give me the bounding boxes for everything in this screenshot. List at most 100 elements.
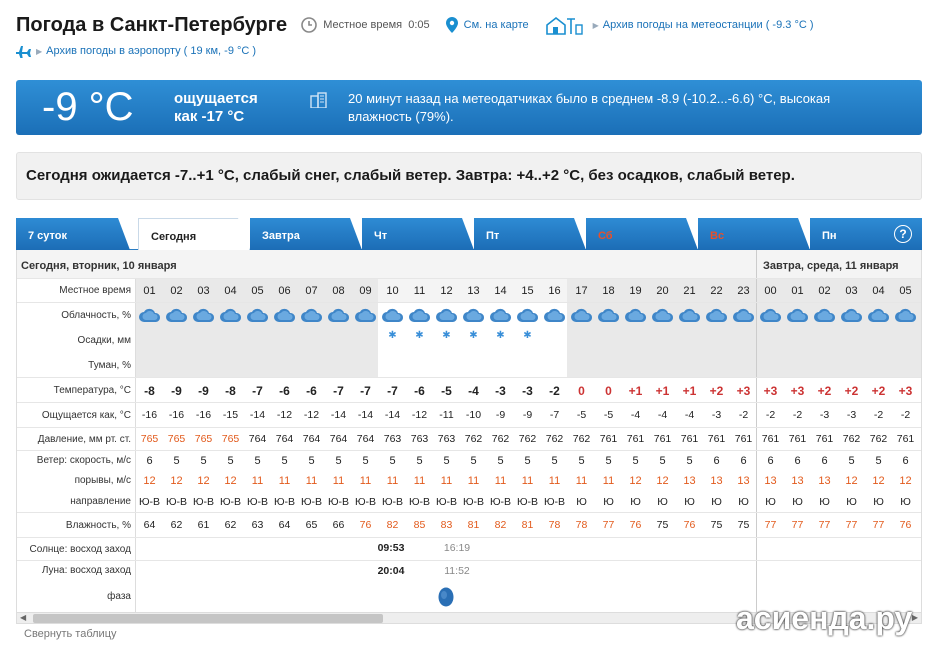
time-cell: 02 [170,284,183,297]
watermark: асиенда.ру [736,600,913,636]
tab-tomorrow[interactable]: Завтра [250,218,362,250]
wind-cell: 5 [362,454,369,467]
feels-cell: -2 [873,409,884,421]
building-icon [310,92,327,108]
pressure-cell: 764 [248,433,267,445]
cloud-icon [301,308,323,322]
scroll-left-icon[interactable]: ◀ [20,613,26,622]
row-feels: Ощущается как, °C -16 -16 -16 -15 -14 -12 -12 -1… [17,402,921,427]
row-gusts: порывы, м/с 12 12 12 12 11 11 11 11 11 11 11 11 11 11 1… [17,470,921,490]
dir-cell: Ю [792,495,803,508]
tab-sat[interactable]: Сб [586,218,698,250]
time-cell: 15 [521,284,534,297]
tab-mon[interactable]: Пн? [810,218,922,250]
dir-cell: Ю [684,495,695,508]
gusts-cell: 12 [143,474,156,487]
feels-cell: -12 [411,409,428,421]
gusts-cell: 11 [467,474,480,487]
row-label: Ощущается как, °C [41,409,131,421]
dir-cell: Ю-В [192,495,215,508]
temp-cell: +1 [655,384,670,398]
scroll-right-icon[interactable]: ▶ [912,613,918,622]
row-label: Температура, °C [53,384,131,396]
dir-cell: Ю [765,495,776,508]
cloud-icon [463,308,485,322]
temp-cell: -7 [360,384,371,398]
tab-today[interactable]: Сегодня [138,218,250,250]
tab-thu[interactable]: Чт [362,218,474,250]
tab-7-days[interactable]: 7 суток [16,218,130,250]
feels-cell: -4 [684,409,695,421]
temp-cell: 0 [605,384,612,398]
cloud-icon [787,308,809,322]
time-cell: 07 [305,284,318,297]
gusts-cell: 12 [224,474,237,487]
scrollbar-thumb[interactable] [33,614,383,623]
tab-sun[interactable]: Вс [698,218,810,250]
wind-cell: 5 [308,454,315,467]
feels-cell: -14 [249,409,266,421]
temp-cell: -6 [306,384,317,398]
temp-cell: +3 [763,384,778,398]
pressure-cell: 761 [626,433,645,445]
pressure-cell: 762 [545,433,564,445]
dir-cell: Ю-В [138,495,161,508]
hum-cell: 77 [872,519,885,531]
hum-cell: 77 [845,519,858,531]
tab-fri[interactable]: Пт [474,218,586,250]
hum-cell: 76 [359,519,372,531]
pressure-cell: 762 [572,433,591,445]
gusts-cell: 13 [764,474,777,487]
time-cell: 16 [548,284,561,297]
pressure-cell: 765 [140,433,159,445]
hum-cell: 81 [521,519,534,531]
row-fog: Туман, % [17,352,921,377]
pressure-cell: 762 [518,433,537,445]
row-label: Облачность, % [61,309,131,321]
hum-cell: 78 [548,519,561,531]
date-tomorrow: Завтра, среда, 11 января [763,260,899,272]
cloud-icon [193,308,215,322]
tab-label: 7 суток [28,230,68,242]
cloud-icon [490,308,512,322]
gusts-cell: 11 [332,474,345,487]
map-link-item[interactable]: См. на карте [445,17,529,33]
clock-icon [301,17,317,33]
feels-cell: -4 [657,409,668,421]
time-cell: 21 [683,284,696,297]
sun-rise: 09:53 [377,542,405,554]
pressure-cell: 762 [464,433,483,445]
row-sun: Солнце: восход заход 09:53 16:19 [17,537,921,560]
dir-cell: Ю [873,495,884,508]
station-archive-item[interactable]: ▶ Архив погоды на метеостанции ( -9.3 °C… [545,15,814,35]
cloud-icon [841,308,863,322]
feels-cell: -14 [384,409,401,421]
time-cell: 13 [467,284,480,297]
cloud-icon [733,308,755,322]
dir-cell: Ю [846,495,857,508]
snowflake-icon: ✱ [415,330,424,341]
time-cell: 09 [359,284,372,297]
collapse-table-link[interactable]: Свернуть таблицу [24,628,117,640]
airport-archive[interactable]: ▶ Архив погоды в аэропорту ( 19 км, -9 °… [16,44,256,58]
station-archive-link[interactable]: Архив погоды на метеостанции ( -9.3 °C ) [603,19,814,31]
temp-cell: -6 [279,384,290,398]
hum-cell: 78 [575,519,588,531]
help-icon[interactable]: ? [894,225,912,243]
temp-cell: +2 [844,384,859,398]
dir-cell: Ю [819,495,830,508]
airport-archive-link[interactable]: Архив погоды в аэропорту ( 19 км, -9 °C … [46,45,256,57]
gusts-cell: 13 [818,474,831,487]
wind-cell: 5 [848,454,855,467]
arrow-right-icon: ▶ [36,46,43,56]
gusts-cell: 11 [413,474,426,487]
tab-label: Завтра [262,230,300,242]
cloud-icon [679,308,701,322]
wind-cell: 5 [659,454,666,467]
pressure-cell: 761 [653,433,672,445]
gusts-cell: 11 [521,474,534,487]
feels-cell: -16 [168,409,185,421]
map-link[interactable]: См. на карте [464,19,529,31]
temp-cell: -9 [171,384,182,398]
forecast-table: Сегодня, вторник, 10 января Завтра, сред… [16,250,922,612]
